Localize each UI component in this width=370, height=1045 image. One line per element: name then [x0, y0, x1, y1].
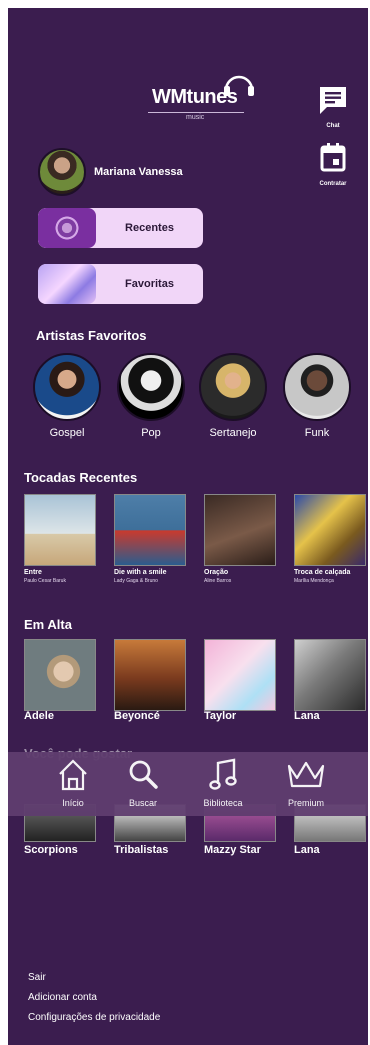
- add-account-link[interactable]: Adicionar conta: [28, 992, 97, 1003]
- privacy-settings-link[interactable]: Configurações de privacidade: [28, 1012, 160, 1023]
- recent-label: Recentes: [125, 222, 174, 234]
- logout-link[interactable]: Sair: [28, 972, 46, 983]
- favorites-thumbnail: [38, 264, 96, 304]
- chat-button[interactable]: Chat: [311, 84, 355, 129]
- nav-home-label: Início: [62, 798, 84, 808]
- artist-label: Lana: [294, 844, 320, 856]
- nav-search[interactable]: Buscar: [108, 758, 178, 808]
- artist-label: Scorpions: [24, 844, 78, 856]
- favorite-artists-title: Artistas Favoritos: [36, 328, 147, 343]
- artist-card-gospel[interactable]: Gospel: [32, 353, 102, 439]
- bottom-nav-bar: Início Buscar Biblioteca Premium: [8, 752, 368, 816]
- artist-label: Mazzy Star: [204, 844, 261, 856]
- artist-photo: [199, 353, 267, 421]
- brand-logo: WMtunes music: [148, 68, 268, 132]
- album-cover[interactable]: [114, 494, 186, 566]
- brand-name: WMtunes: [152, 86, 238, 108]
- user-profile[interactable]: Mariana Vanessa: [38, 148, 183, 196]
- nav-home[interactable]: Início: [38, 758, 108, 808]
- artist-label: Beyoncé: [114, 710, 160, 722]
- album-cover[interactable]: [114, 639, 186, 711]
- favorites-playlist-button[interactable]: Favoritas: [38, 264, 203, 304]
- nav-premium[interactable]: Premium: [271, 758, 341, 808]
- track-artist: Marília Mendonça: [294, 578, 334, 584]
- nav-search-label: Buscar: [128, 798, 157, 808]
- music-note-icon: [209, 758, 237, 790]
- favorites-label: Favoritas: [125, 278, 174, 290]
- artist-genre-label: Pop: [141, 427, 161, 439]
- album-cover[interactable]: [294, 639, 366, 711]
- nav-library[interactable]: Biblioteca: [188, 758, 258, 808]
- track-artist: Aline Barros: [204, 578, 232, 584]
- artist-photo: [283, 353, 351, 421]
- track-artist: Paulo Cesar Baruk: [24, 578, 66, 584]
- home-icon: [59, 759, 87, 791]
- artist-card-funk[interactable]: Funk: [282, 353, 352, 439]
- track-title: Die with a smile: [114, 569, 167, 576]
- artist-label: Adele: [24, 710, 54, 722]
- crown-icon: [287, 761, 325, 788]
- artist-label: Tribalistas: [114, 844, 169, 856]
- artist-photo: [33, 353, 101, 421]
- album-cover[interactable]: [24, 494, 96, 566]
- track-title: Troca de calçada: [294, 569, 351, 576]
- artist-label: Taylor: [204, 710, 237, 722]
- album-cover[interactable]: [204, 639, 276, 711]
- artist-genre-label: Gospel: [49, 427, 85, 439]
- artist-card-sertanejo[interactable]: Sertanejo: [198, 353, 268, 439]
- track-title: Entre: [24, 569, 42, 576]
- brand-sub: music: [186, 114, 205, 121]
- album-cover[interactable]: [294, 494, 366, 566]
- avatar: [38, 148, 86, 196]
- logo-divider: [148, 112, 244, 113]
- track-artist: Lady Gaga & Bruno: [114, 578, 158, 584]
- search-icon: [129, 760, 158, 789]
- contract-button[interactable]: Contratar: [311, 142, 355, 187]
- chat-icon: [320, 87, 346, 114]
- artist-photo: [117, 353, 185, 421]
- artist-genre-label: Sertanejo: [209, 427, 257, 439]
- artist-card-pop[interactable]: Pop: [116, 353, 186, 439]
- nav-premium-label: Premium: [287, 798, 324, 808]
- artist-genre-label: Funk: [304, 427, 330, 439]
- album-cover[interactable]: [204, 494, 276, 566]
- artist-label: Lana: [294, 710, 320, 722]
- app-screen: WMtunes music Chat Contratar Mariana Van…: [8, 8, 368, 1045]
- nav-library-label: Biblioteca: [203, 798, 243, 808]
- chat-label: Chat: [326, 123, 340, 129]
- recently-played-title: Tocadas Recentes: [24, 470, 138, 485]
- recent-playlist-button[interactable]: Recentes: [38, 208, 203, 248]
- user-name: Mariana Vanessa: [94, 166, 183, 178]
- trending-title: Em Alta: [24, 617, 72, 632]
- contract-label: Contratar: [319, 181, 347, 187]
- calendar-icon: [320, 143, 346, 172]
- track-title: Oração: [204, 569, 229, 576]
- recent-thumbnail: [38, 208, 96, 248]
- album-cover[interactable]: [24, 639, 96, 711]
